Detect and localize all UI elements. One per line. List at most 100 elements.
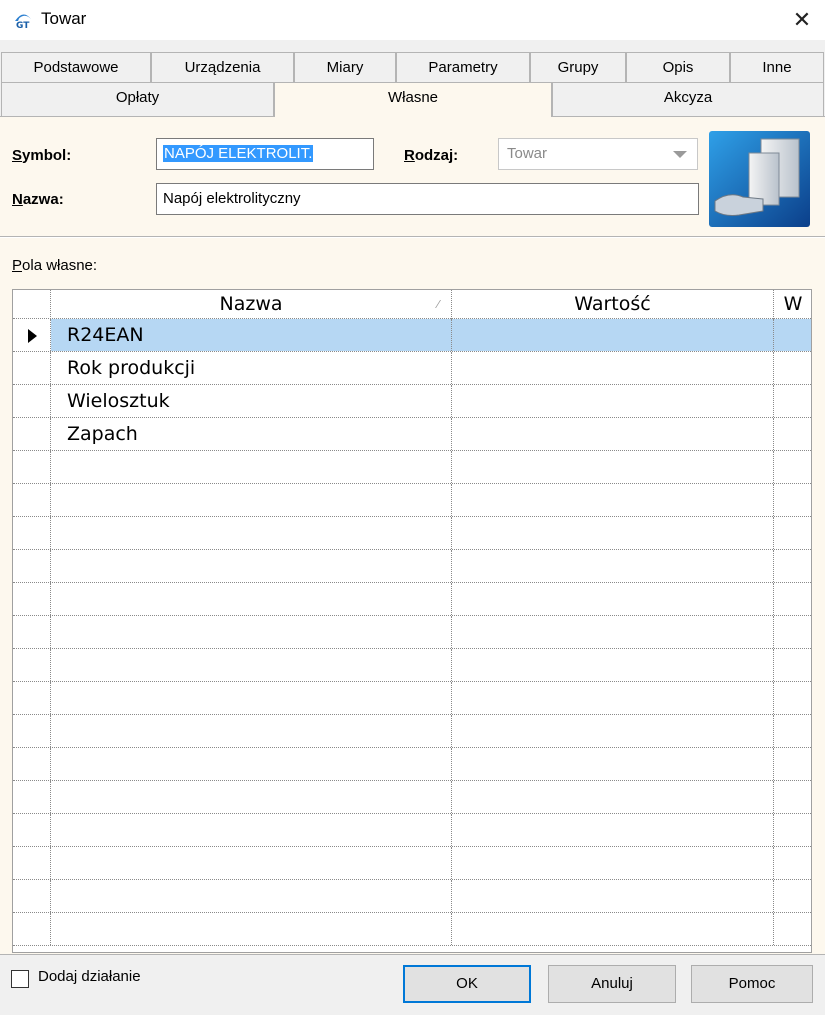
- cell-w[interactable]: [774, 418, 811, 450]
- cell-w[interactable]: [774, 385, 811, 417]
- cell-w[interactable]: [774, 517, 811, 549]
- cell-nazwa[interactable]: [51, 583, 452, 615]
- row-indicator-cell[interactable]: [13, 715, 51, 747]
- row-indicator-cell[interactable]: [13, 352, 51, 384]
- row-indicator-cell[interactable]: [13, 682, 51, 714]
- tab-wlasne[interactable]: Własne: [274, 82, 552, 117]
- row-indicator-cell[interactable]: [13, 847, 51, 879]
- tab-akcyza[interactable]: Akcyza: [552, 82, 824, 116]
- table-row[interactable]: [13, 649, 811, 682]
- custom-fields-grid[interactable]: Nazwa ⁄ Wartość W R24EAN Rok produkcji Wie…: [12, 289, 812, 953]
- cell-w[interactable]: [774, 748, 811, 780]
- row-indicator-cell[interactable]: [13, 550, 51, 582]
- row-indicator-cell[interactable]: [13, 616, 51, 648]
- tab-parametry[interactable]: Parametry: [396, 52, 530, 82]
- table-row[interactable]: Zapach: [13, 418, 811, 451]
- table-row[interactable]: [13, 781, 811, 814]
- row-indicator-cell[interactable]: [13, 913, 51, 945]
- cell-wartosc[interactable]: [452, 517, 774, 549]
- table-row[interactable]: [13, 913, 811, 946]
- cell-w[interactable]: [774, 847, 811, 879]
- cell-w[interactable]: [774, 319, 811, 351]
- row-indicator-cell[interactable]: [13, 385, 51, 417]
- cell-wartosc[interactable]: [452, 319, 774, 351]
- tab-miary[interactable]: Miary: [294, 52, 396, 82]
- cell-wartosc[interactable]: [452, 583, 774, 615]
- cell-wartosc[interactable]: [452, 814, 774, 846]
- table-row[interactable]: [13, 682, 811, 715]
- cell-wartosc[interactable]: [452, 649, 774, 681]
- ok-button[interactable]: OK: [403, 965, 531, 1003]
- tab-grupy[interactable]: Grupy: [530, 52, 626, 82]
- cell-w[interactable]: [774, 583, 811, 615]
- dodaj-dzialanie-label[interactable]: Dodaj działanie: [38, 968, 141, 985]
- cell-wartosc[interactable]: [452, 913, 774, 945]
- tab-oplaty[interactable]: Opłaty: [1, 82, 274, 116]
- cell-nazwa[interactable]: [51, 715, 452, 747]
- row-indicator-cell[interactable]: [13, 781, 51, 813]
- table-row[interactable]: Wielosztuk: [13, 385, 811, 418]
- cell-wartosc[interactable]: [452, 847, 774, 879]
- close-icon[interactable]: ✕: [779, 0, 825, 40]
- cell-w[interactable]: [774, 484, 811, 516]
- column-header-wartosc[interactable]: Wartość: [452, 290, 774, 319]
- cell-wartosc[interactable]: [452, 748, 774, 780]
- cell-w[interactable]: [774, 814, 811, 846]
- cell-w[interactable]: [774, 880, 811, 912]
- cell-nazwa[interactable]: Zapach: [51, 418, 452, 450]
- tab-opis[interactable]: Opis: [626, 52, 730, 82]
- cell-wartosc[interactable]: [452, 418, 774, 450]
- column-header-w[interactable]: W: [774, 290, 811, 319]
- cell-wartosc[interactable]: [452, 484, 774, 516]
- cell-w[interactable]: [774, 451, 811, 483]
- cell-wartosc[interactable]: [452, 616, 774, 648]
- cell-nazwa[interactable]: [51, 451, 452, 483]
- cell-nazwa[interactable]: [51, 748, 452, 780]
- row-indicator-cell[interactable]: [13, 451, 51, 483]
- row-indicator-cell[interactable]: [13, 517, 51, 549]
- table-row[interactable]: [13, 517, 811, 550]
- cell-wartosc[interactable]: [452, 451, 774, 483]
- cell-w[interactable]: [774, 682, 811, 714]
- cell-wartosc[interactable]: [452, 715, 774, 747]
- cell-nazwa[interactable]: [51, 550, 452, 582]
- table-row[interactable]: [13, 583, 811, 616]
- help-button[interactable]: Pomoc: [691, 965, 813, 1003]
- cell-wartosc[interactable]: [452, 385, 774, 417]
- cell-nazwa[interactable]: R24EAN: [51, 319, 452, 351]
- nazwa-input[interactable]: Napój elektrolityczny: [156, 183, 699, 215]
- cell-w[interactable]: [774, 781, 811, 813]
- symbol-input[interactable]: NAPÓJ ELEKTROLIT.: [156, 138, 374, 170]
- table-row[interactable]: [13, 814, 811, 847]
- row-indicator-cell[interactable]: [13, 418, 51, 450]
- cell-nazwa[interactable]: [51, 517, 452, 549]
- row-indicator-cell[interactable]: [13, 583, 51, 615]
- tab-podstawowe[interactable]: Podstawowe: [1, 52, 151, 82]
- cell-nazwa[interactable]: [51, 814, 452, 846]
- cell-nazwa[interactable]: [51, 649, 452, 681]
- row-indicator-cell[interactable]: [13, 880, 51, 912]
- cell-nazwa[interactable]: [51, 484, 452, 516]
- table-row[interactable]: [13, 484, 811, 517]
- cell-wartosc[interactable]: [452, 352, 774, 384]
- table-row[interactable]: [13, 847, 811, 880]
- row-indicator-cell[interactable]: [13, 649, 51, 681]
- cell-nazwa[interactable]: [51, 616, 452, 648]
- rodzaj-select[interactable]: Towar: [498, 138, 698, 170]
- table-row[interactable]: Rok produkcji: [13, 352, 811, 385]
- table-row[interactable]: [13, 880, 811, 913]
- cell-nazwa[interactable]: Wielosztuk: [51, 385, 452, 417]
- dodaj-dzialanie-checkbox[interactable]: [11, 970, 29, 988]
- table-row[interactable]: R24EAN: [13, 319, 811, 352]
- row-indicator-cell[interactable]: [13, 319, 51, 351]
- table-row[interactable]: [13, 715, 811, 748]
- row-indicator-cell[interactable]: [13, 814, 51, 846]
- cell-nazwa[interactable]: [51, 781, 452, 813]
- cancel-button[interactable]: Anuluj: [548, 965, 676, 1003]
- cell-w[interactable]: [774, 649, 811, 681]
- cell-w[interactable]: [774, 550, 811, 582]
- cell-nazwa[interactable]: [51, 880, 452, 912]
- cell-wartosc[interactable]: [452, 682, 774, 714]
- cell-wartosc[interactable]: [452, 781, 774, 813]
- cell-w[interactable]: [774, 616, 811, 648]
